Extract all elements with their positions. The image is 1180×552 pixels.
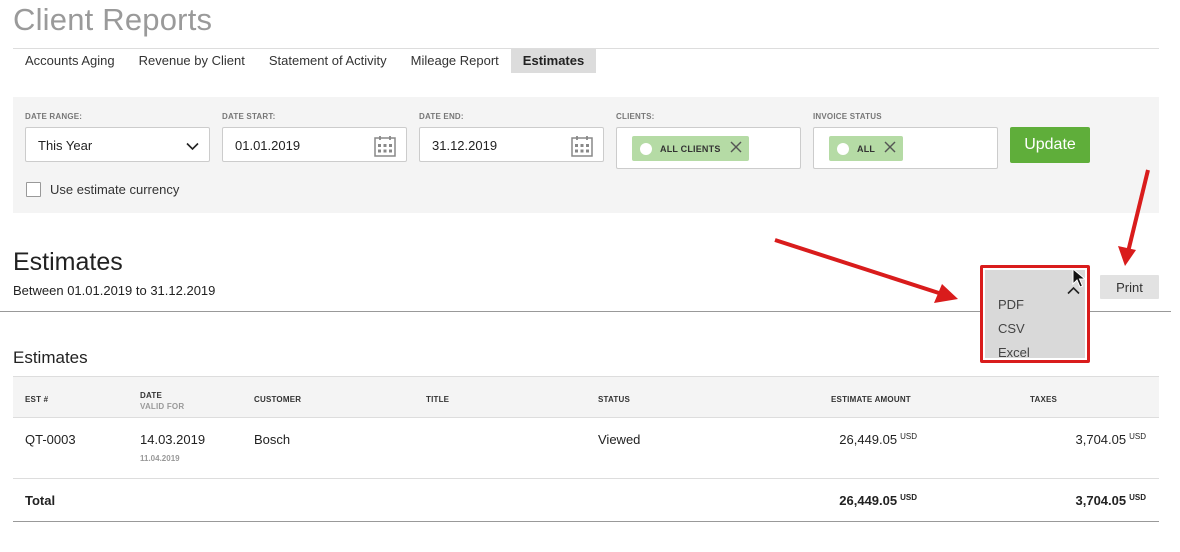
status-chip-label: ALL (857, 143, 876, 154)
clients-multiselect[interactable]: ALL CLIENTS (616, 127, 801, 169)
close-icon[interactable] (883, 140, 897, 157)
date-range-value: This Year (38, 138, 93, 153)
col-title: TITLE (426, 395, 450, 404)
tab-revenue-by-client[interactable]: Revenue by Client (127, 49, 257, 73)
invoice-status-multiselect[interactable]: ALL (813, 127, 998, 169)
date-end-field[interactable]: 31.12.2019 (419, 127, 604, 162)
table-header-rule (13, 417, 1159, 418)
total-taxes: 3,704.05 USD (1076, 493, 1147, 508)
col-taxes: TAXES (1030, 395, 1058, 404)
row-taxes: 3,704.05 USD (1076, 432, 1147, 447)
calendar-icon[interactable] (374, 135, 396, 160)
total-taxes-value: 3,704.05 (1075, 493, 1127, 508)
table-heading: Estimates (13, 348, 88, 367)
report-tabs: Accounts Aging Revenue by Client Stateme… (13, 49, 597, 73)
close-icon[interactable] (729, 140, 743, 157)
export-csv[interactable]: CSV (998, 321, 1025, 336)
table-bottom-rule (13, 521, 1159, 522)
col-date: DATE (140, 391, 162, 400)
tab-mileage-report[interactable]: Mileage Report (399, 49, 511, 73)
table-header: EST # DATE VALID FOR CUSTOMER TITLE STAT… (13, 377, 1159, 417)
table-row-rule (13, 478, 1159, 479)
clients-label: CLIENTS: (616, 112, 655, 121)
col-customer: CUSTOMER (254, 395, 302, 404)
page-title: Client Reports (13, 2, 213, 37)
row-status: Viewed (598, 432, 641, 447)
annotation-arrowhead-print (1118, 246, 1136, 266)
row-amount-currency: USD (900, 432, 917, 441)
date-start-value: 01.01.2019 (235, 138, 301, 153)
update-button[interactable]: Update (1010, 127, 1090, 163)
annotation-arrow-menu (774, 238, 946, 297)
client-chip-label: ALL CLIENTS (660, 143, 721, 154)
export-pdf[interactable]: PDF (998, 297, 1024, 312)
row-taxes-value: 3,704.05 (1075, 432, 1127, 447)
col-estimate-amount: ESTIMATE AMOUNT (831, 395, 911, 404)
date-end-label: DATE END: (419, 112, 464, 121)
total-amount-currency: USD (900, 493, 917, 502)
row-taxes-currency: USD (1129, 432, 1146, 441)
calendar-icon[interactable] (571, 135, 593, 160)
report-date-range: Between 01.01.2019 to 31.12.2019 (13, 283, 216, 298)
report-heading: Estimates (13, 248, 123, 276)
row-est-number[interactable]: QT-0003 (25, 432, 76, 447)
row-valid-for: 11.04.2019 (140, 454, 180, 463)
total-amount: 26,449.05 USD (839, 493, 917, 508)
col-est: EST # (25, 395, 49, 404)
total-label: Total (25, 493, 56, 508)
chevron-down-icon (186, 139, 199, 154)
total-amount-value: 26,449.05 (839, 493, 898, 508)
tab-statement-of-activity[interactable]: Statement of Activity (257, 49, 399, 73)
currency-checkbox-row: Use estimate currency (26, 182, 179, 197)
circle-icon (640, 142, 652, 155)
col-status: STATUS (598, 395, 631, 404)
tab-estimates[interactable]: Estimates (510, 49, 597, 73)
currency-checkbox[interactable] (26, 182, 41, 197)
status-chip: ALL (829, 136, 904, 161)
invoice-status-label: INVOICE STATUS (813, 112, 882, 121)
total-taxes-currency: USD (1129, 493, 1146, 502)
filters-panel: DATE RANGE: This Year DATE START: 01.01.… (13, 97, 1159, 213)
col-valid-for: VALID FOR (140, 402, 185, 411)
client-chip: ALL CLIENTS (632, 136, 749, 161)
circle-icon (837, 142, 849, 155)
row-date: 14.03.2019 (140, 432, 206, 447)
currency-checkbox-label: Use estimate currency (50, 182, 180, 197)
export-menu-body: PDF CSV Excel (985, 270, 1085, 360)
row-amount: 26,449.05 USD (839, 432, 917, 447)
date-start-field[interactable]: 01.01.2019 (222, 127, 407, 162)
date-range-select[interactable]: This Year (25, 127, 210, 162)
export-excel[interactable]: Excel (998, 345, 1030, 360)
tab-accounts-aging[interactable]: Accounts Aging (13, 49, 127, 73)
row-customer: Bosch (254, 432, 291, 447)
annotation-arrowhead-menu (934, 284, 958, 303)
row-amount-value: 26,449.05 (839, 432, 898, 447)
date-range-label: DATE RANGE: (25, 112, 83, 121)
print-button[interactable]: Print (1100, 275, 1159, 299)
mouse-cursor-icon (1072, 267, 1087, 293)
date-end-value: 31.12.2019 (432, 138, 498, 153)
date-start-label: DATE START: (222, 112, 276, 121)
